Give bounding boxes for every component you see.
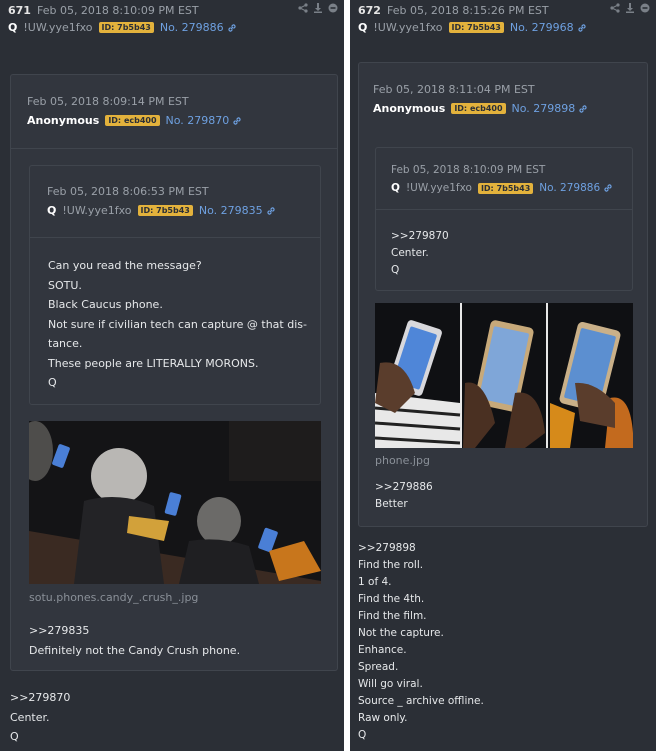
hide-icon[interactable] xyxy=(640,3,650,13)
body-line: Enhance. xyxy=(358,644,407,656)
quoted-post-date: Feb 05, 2018 8:11:04 PM EST xyxy=(373,83,535,96)
tripcode: !UW.yye1fxo xyxy=(62,204,132,217)
body-line: Better xyxy=(375,498,408,510)
id-badge[interactable]: ID: 7b5b43 xyxy=(137,205,193,216)
quoted-post-279886: Feb 05, 2018 8:10:09 PM EST Q !UW.yye1fx… xyxy=(375,147,633,291)
post-body: >>279870 Center. Q xyxy=(10,688,70,747)
body-line[interactable]: >>279835 xyxy=(29,621,240,641)
link-icon xyxy=(227,23,236,32)
quoted-post-date: Feb 05, 2018 8:06:53 PM EST xyxy=(47,185,209,198)
body-line: Will go viral. xyxy=(358,678,423,690)
body-line: Find the film. xyxy=(358,610,427,622)
body-line: Black Caucus phone. xyxy=(48,298,163,311)
body-line: Q xyxy=(10,730,19,743)
quoted-post-date: Feb 05, 2018 8:10:09 PM EST xyxy=(391,164,546,176)
id-badge[interactable]: ID: ecb400 xyxy=(105,115,160,126)
quoted-post-header: Feb 05, 2018 8:09:14 PM EST Anonymous ID… xyxy=(11,75,337,149)
link-icon xyxy=(579,104,587,113)
post-number[interactable]: 671 xyxy=(8,4,31,17)
body-line: Find the roll. xyxy=(358,559,424,571)
post-number-link[interactable]: No. 279886 xyxy=(160,21,237,34)
body-line: Definitely not the Candy Crush phone. xyxy=(29,643,241,657)
body-line: Q xyxy=(391,264,400,276)
quoted-post-279898: Feb 05, 2018 8:11:04 PM EST Anonymous ID… xyxy=(358,62,648,527)
quoted-post-header: Feb 05, 2018 8:11:04 PM EST Anonymous ID… xyxy=(359,63,647,127)
body-line[interactable]: >>279886 xyxy=(375,479,433,496)
body-line: tance. xyxy=(48,337,83,350)
post-body: Can you read the message? SOTU. Black Ca… xyxy=(30,238,320,393)
post-number-link[interactable]: No. 279886 xyxy=(539,182,613,194)
quoted-post-date: Feb 05, 2018 8:09:14 PM EST xyxy=(27,95,189,108)
post-body: >>279886 Better xyxy=(375,479,433,513)
poster-name: Q xyxy=(47,204,57,217)
poster-name: Anonymous xyxy=(27,114,100,127)
body-line[interactable]: >>279870 xyxy=(391,228,632,245)
post-date: Feb 05, 2018 8:10:09 PM EST xyxy=(36,4,199,17)
poster-name: Q xyxy=(358,21,368,34)
post-actions xyxy=(298,3,338,13)
body-line: Not the capture. xyxy=(358,627,444,639)
link-icon xyxy=(233,116,241,125)
body-line: Source _ archive offline. xyxy=(358,695,484,707)
post-image[interactable] xyxy=(29,421,321,584)
body-line[interactable]: >>279898 xyxy=(358,540,484,557)
download-icon[interactable] xyxy=(625,3,635,13)
post-image[interactable] xyxy=(375,303,633,448)
quoted-post-header: Feb 05, 2018 8:06:53 PM EST Q !UW.yye1fx… xyxy=(30,166,320,238)
post-number-link[interactable]: No. 279898 xyxy=(512,102,589,115)
poster-name: Q xyxy=(8,21,18,34)
link-icon xyxy=(604,184,612,192)
post-671: 671 Feb 05, 2018 8:10:09 PM EST Q !UW.yy… xyxy=(0,0,344,751)
body-line: Not sure if civilian tech can capture @ … xyxy=(48,317,307,331)
share-icon[interactable] xyxy=(298,3,308,13)
id-badge[interactable]: ID: 7b5b43 xyxy=(477,182,534,194)
id-badge[interactable]: ID: ecb400 xyxy=(451,103,506,114)
poster-name: Anonymous xyxy=(373,102,446,115)
post-number-link[interactable]: No. 279968 xyxy=(510,21,587,34)
post-body: >>279835 Definitely not the Candy Crush … xyxy=(29,621,240,660)
body-line: Center. xyxy=(10,710,50,724)
body-line[interactable]: >>279870 xyxy=(10,688,70,708)
body-line: 1 of 4. xyxy=(358,576,392,588)
image-filename[interactable]: sotu.phones.candy_.crush_.jpg xyxy=(29,591,198,604)
quoted-post-header: Feb 05, 2018 8:10:09 PM EST Q !UW.yye1fx… xyxy=(376,148,632,210)
id-badge[interactable]: ID: 7b5b43 xyxy=(448,22,504,33)
quoted-post-279870: Feb 05, 2018 8:09:14 PM EST Anonymous ID… xyxy=(10,74,338,671)
body-line: Raw only. xyxy=(358,712,408,724)
download-icon[interactable] xyxy=(313,3,323,13)
tripcode: !UW.yye1fxo xyxy=(405,182,472,194)
poster-name: Q xyxy=(391,182,400,194)
body-line: Find the 4th. xyxy=(358,593,425,605)
body-line: Can you read the message? xyxy=(48,259,202,272)
tripcode: !UW.yye1fxo xyxy=(23,21,93,34)
body-line: Q xyxy=(48,376,57,389)
post-body: >>279898 Find the roll. 1 of 4. Find the… xyxy=(358,540,484,744)
post-number[interactable]: 672 xyxy=(358,4,381,17)
tripcode: !UW.yye1fxo xyxy=(373,21,443,34)
body-line: SOTU. xyxy=(48,278,82,292)
quoted-post-279835: Feb 05, 2018 8:06:53 PM EST Q !UW.yye1fx… xyxy=(29,165,321,405)
post-number-link[interactable]: No. 279835 xyxy=(199,204,276,217)
post-header: 671 Feb 05, 2018 8:10:09 PM EST Q !UW.yy… xyxy=(0,0,344,54)
post-number-link[interactable]: No. 279870 xyxy=(166,114,243,127)
post-header: 672 Feb 05, 2018 8:15:26 PM EST Q !UW.yy… xyxy=(350,0,656,54)
link-icon xyxy=(577,23,586,32)
link-icon xyxy=(266,206,275,215)
image-filename[interactable]: phone.jpg xyxy=(375,454,430,467)
body-line: These people are LITERALLY MORONS. xyxy=(48,356,259,370)
id-badge[interactable]: ID: 7b5b43 xyxy=(98,22,154,33)
post-body: >>279870 Center. Q xyxy=(376,210,632,279)
post-date: Feb 05, 2018 8:15:26 PM EST xyxy=(386,4,549,17)
body-line: Q xyxy=(358,729,367,741)
hide-icon[interactable] xyxy=(328,3,338,13)
post-actions xyxy=(610,3,650,13)
share-icon[interactable] xyxy=(610,3,620,13)
post-672: 672 Feb 05, 2018 8:15:26 PM EST Q !UW.yy… xyxy=(350,0,656,751)
body-line: Spread. xyxy=(358,661,399,673)
body-line: Center. xyxy=(391,247,429,259)
